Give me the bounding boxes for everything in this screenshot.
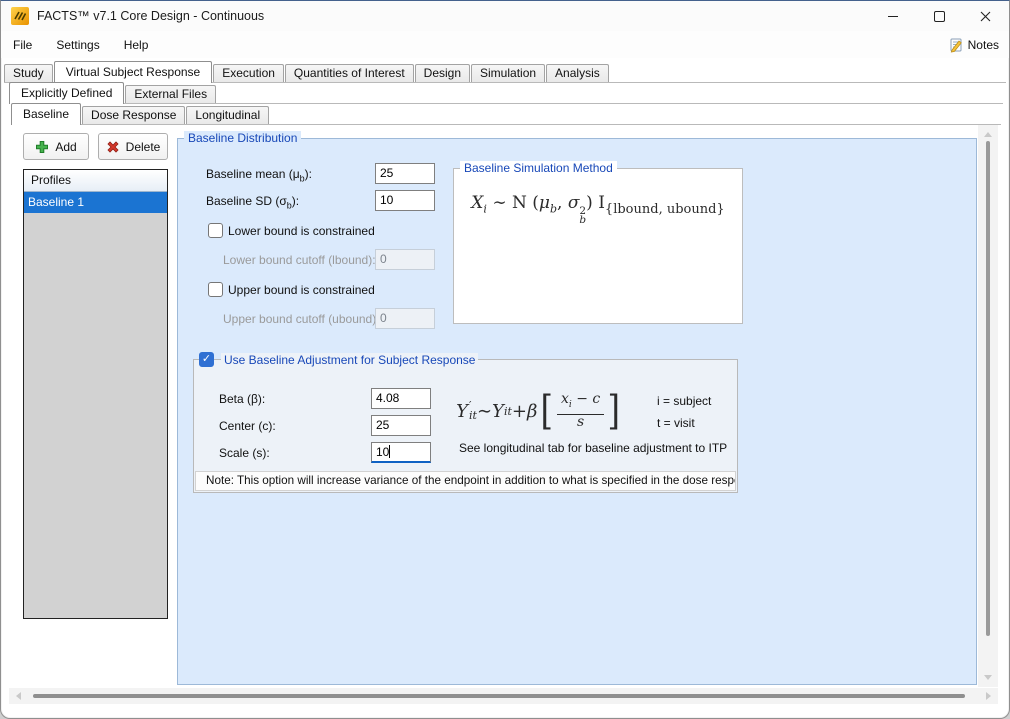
screen: FACTS™ v7.1 Core Design - Continuous Fil… [0,0,1010,719]
add-button-label: Add [55,140,76,154]
lower-bound-checkbox[interactable] [208,223,223,238]
maximize-button[interactable] [916,1,962,31]
see-longitudinal-text: See longitudinal tab for baseline adjust… [459,441,727,455]
tab-quantities-of-interest[interactable]: Quantities of Interest [285,64,414,82]
tabstrip-level2: Explicitly Defined External Files [9,82,1003,104]
menu-file[interactable]: File [1,33,44,57]
window-title: FACTS™ v7.1 Core Design - Continuous [37,9,264,23]
scale-input[interactable]: 10 [371,442,431,463]
tab-analysis[interactable]: Analysis [546,64,609,82]
app-logo-icon [11,7,29,25]
tab-simulation[interactable]: Simulation [471,64,545,82]
center-label: Center (c): [219,419,276,433]
beta-label: Beta (β): [219,392,265,406]
scroll-left-icon[interactable] [16,692,21,700]
baseline-mean-label: Baseline mean (μb): [206,167,312,183]
baseline-adjustment-group: ✓ Use Baseline Adjustment for Subject Re… [193,352,738,493]
tab-longitudinal[interactable]: Longitudinal [186,106,269,124]
simulation-method-frame [453,168,743,324]
close-icon [980,11,991,22]
close-button[interactable] [962,1,1008,31]
maximize-icon [934,11,945,22]
scroll-up-icon[interactable] [984,132,992,137]
lower-bound-cutoff-input: 0 [375,249,435,270]
profiles-list: Profiles Baseline 1 [23,169,168,619]
delete-button-label: Delete [126,140,161,154]
app-window: FACTS™ v7.1 Core Design - Continuous Fil… [0,0,1010,719]
lower-bound-checkbox-label: Lower bound is constrained [228,224,375,238]
baseline-sd-input[interactable]: 10 [375,190,435,211]
vertical-scroll-thumb[interactable] [986,141,990,636]
title-bar: FACTS™ v7.1 Core Design - Continuous [1,1,1009,31]
profiles-list-header: Profiles [24,170,167,192]
tab-external-files[interactable]: External Files [125,85,216,103]
add-button[interactable]: Add [23,133,89,160]
simulation-method-title: Baseline Simulation Method [460,161,617,175]
profile-item-baseline-1[interactable]: Baseline 1 [24,192,167,213]
legend-i-subject: i = subject [657,394,711,408]
upper-bound-cutoff-input: 0 [375,308,435,329]
horizontal-scrollbar[interactable] [9,688,998,704]
menu-settings[interactable]: Settings [44,33,111,57]
vertical-scrollbar[interactable] [978,125,998,687]
legend-t-visit: t = visit [657,416,695,430]
notes-label: Notes [968,38,999,52]
tab-execution[interactable]: Execution [213,64,284,82]
notes-button[interactable]: Notes [948,31,999,58]
baseline-simulation-method-group: Baseline Simulation Method Xi ∼ N (μb, σ… [453,161,743,324]
baseline-mean-input[interactable]: 25 [375,163,435,184]
minimize-button[interactable] [870,1,916,31]
center-input[interactable]: 25 [371,415,431,436]
simulation-formula: Xi ∼ N (μb, σ2b) I{lbound, ubound} [453,193,743,225]
tab-design[interactable]: Design [415,64,470,82]
tab-explicitly-defined[interactable]: Explicitly Defined [9,82,124,104]
tab-study[interactable]: Study [4,64,53,82]
minimize-icon [888,16,898,17]
window-controls [870,1,1008,31]
adjustment-formula: Y′it ∼ Yit + β[xi − cs] [455,382,625,440]
scale-label: Scale (s): [219,446,270,460]
lower-bound-cutoff-label: Lower bound cutoff (lbound): [223,253,376,267]
text-caret [389,445,390,458]
menu-bar: File Settings Help Notes [1,31,1009,58]
tab-virtual-subject-response[interactable]: Virtual Subject Response [54,61,213,83]
upper-bound-checkbox-label: Upper bound is constrained [228,283,375,297]
baseline-adjustment-title: Use Baseline Adjustment for Subject Resp… [221,353,478,367]
upper-bound-cutoff-label: Upper bound cutoff (ubound): [223,312,380,326]
upper-bound-checkbox[interactable] [208,282,223,297]
tab-dose-response[interactable]: Dose Response [82,106,185,124]
add-plus-icon [35,140,49,154]
tabstrip-level1: Study Virtual Subject Response Execution… [4,60,1006,83]
use-baseline-adjustment-checkbox[interactable]: ✓ [199,352,214,367]
horizontal-scroll-thumb[interactable] [33,694,965,698]
delete-button[interactable]: Delete [98,133,168,160]
notes-icon [948,37,964,53]
scroll-down-icon[interactable] [984,675,992,680]
scroll-right-icon[interactable] [986,692,991,700]
menu-help[interactable]: Help [112,33,161,57]
delete-x-icon [106,140,120,154]
baseline-distribution-title: Baseline Distribution [184,131,301,145]
variance-note: Note: This option will increase variance… [195,471,736,491]
tab-baseline[interactable]: Baseline [11,103,81,125]
beta-input[interactable]: 4.08 [371,388,431,409]
tabstrip-level3: Baseline Dose Response Longitudinal [11,103,1001,125]
baseline-sd-label: Baseline SD (σb): [206,194,299,210]
